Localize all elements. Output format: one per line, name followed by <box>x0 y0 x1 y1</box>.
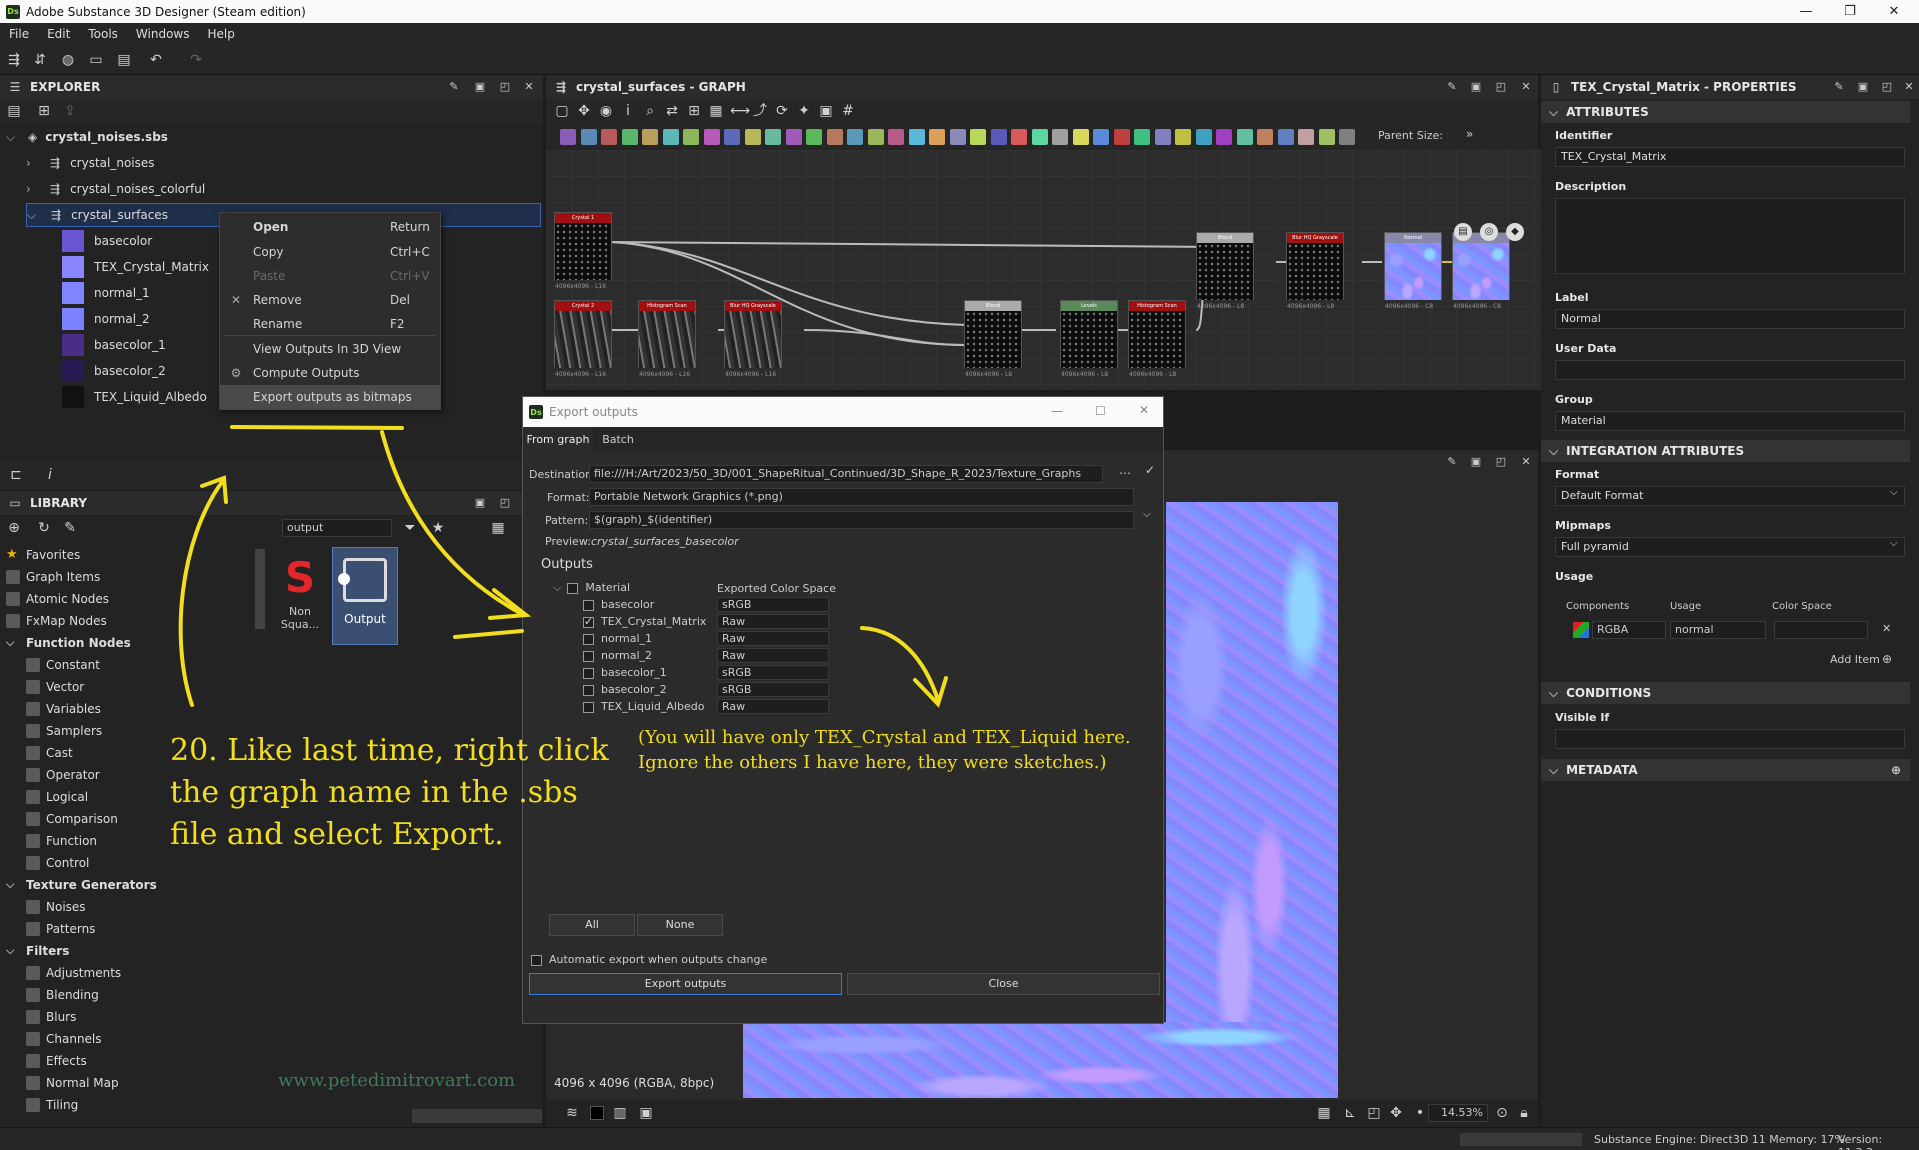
progress-bar <box>1460 1133 1582 1146</box>
status-bar: Substance Engine: Direct3D 11 Memory: 17… <box>0 1127 1919 1150</box>
tutorial-note-text: (You will have only TEX_Crystal and TEX_… <box>638 727 1131 773</box>
version-status: Version: 11.3.3 <box>1838 1133 1883 1150</box>
engine-status: Substance Engine: Direct3D 11 Memory: 17… <box>1594 1133 1845 1146</box>
tutorial-step-text: 20. Like last time, right click the grap… <box>170 733 609 852</box>
watermark-text: www.petedimitrovart.com <box>278 1070 516 1091</box>
annotation-arrows <box>178 425 948 708</box>
